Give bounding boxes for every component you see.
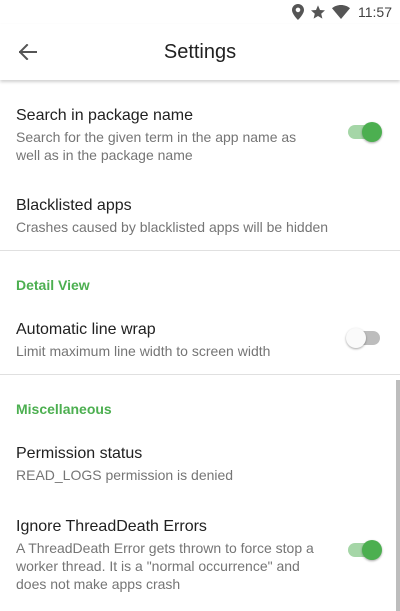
pref-title: Blacklisted apps [16,197,132,214]
pref-search-package-name[interactable]: Search in package name Search for the gi… [16,106,384,164]
divider [0,250,400,251]
pref-blacklisted-apps[interactable]: Blacklisted apps Crashes caused by black… [16,196,384,236]
line-wrap-switch[interactable] [346,328,382,348]
status-bar: 11:57 [0,0,400,24]
category-miscellaneous: Miscellaneous [16,401,112,417]
page-title: Settings [163,41,237,63]
pref-title: Permission status [16,445,143,462]
pref-summary: Search for the given term in the app nam… [16,129,297,163]
pref-summary: READ_LOGS permission is denied [16,467,234,483]
switch-thumb [346,328,366,348]
scrollbar[interactable] [396,380,400,611]
threaddeath-switch[interactable] [346,540,382,560]
pref-ignore-threaddeath[interactable]: Ignore ThreadDeath Errors A ThreadDeath … [16,517,384,593]
switch-thumb [362,122,382,142]
search-package-switch[interactable] [346,122,382,142]
divider [0,374,400,375]
status-time: 11:57 [358,4,392,20]
pref-summary: Limit maximum line width to screen width [16,343,271,359]
pref-automatic-line-wrap[interactable]: Automatic line wrap Limit maximum line w… [16,320,384,360]
star-icon [310,4,326,20]
pref-title: Ignore ThreadDeath Errors [16,518,207,535]
switch-thumb [362,540,382,560]
app-bar: Settings [0,24,400,80]
pref-summary: A ThreadDeath Error gets thrown to force… [16,540,314,592]
location-icon [292,4,304,20]
pref-permission-status[interactable]: Permission status READ_LOGS permission i… [16,444,384,484]
pref-title: Search in package name [16,107,193,124]
wifi-icon [332,5,350,19]
pref-summary: Crashes caused by blacklisted apps will … [16,219,329,235]
category-detail-view: Detail View [16,277,90,293]
pref-title: Automatic line wrap [16,321,156,338]
